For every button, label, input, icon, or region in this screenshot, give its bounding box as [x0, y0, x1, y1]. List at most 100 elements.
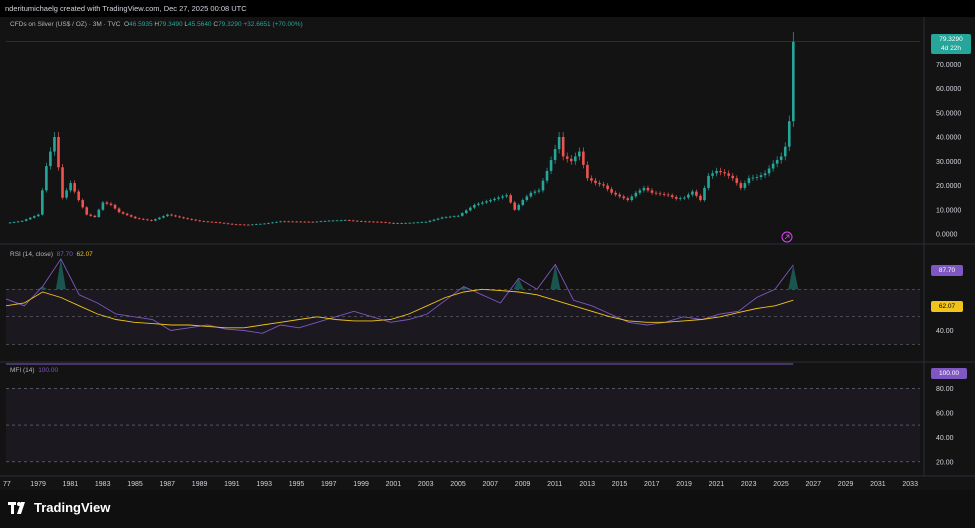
candle-body	[125, 213, 129, 216]
candle-body	[360, 221, 363, 222]
candle-body	[214, 222, 218, 223]
candle-body	[250, 224, 254, 226]
candle-body	[695, 191, 698, 196]
price-tick-label: 10.0000	[936, 207, 961, 214]
candle-body	[509, 195, 512, 203]
candle-body	[489, 200, 492, 202]
candle-body	[49, 151, 52, 167]
candle-body	[174, 215, 177, 217]
chart-canvas[interactable]: 70.0000 60.0000 50.0000 40.0000 30.0000 20.00…	[0, 0, 975, 490]
candle-body	[763, 173, 767, 176]
candle-body	[230, 223, 234, 225]
time-tick-label: 2019	[676, 481, 692, 488]
event-arrow-icon	[784, 234, 790, 240]
tradingview-logo[interactable]: TradingView	[8, 500, 110, 515]
candle-body	[650, 190, 654, 193]
time-tick-label: 1991	[224, 481, 240, 488]
candle-body	[291, 221, 294, 223]
candle-body	[105, 202, 109, 204]
candle-body	[32, 216, 36, 218]
candle-body	[505, 195, 508, 197]
brand-name: TradingView	[34, 500, 111, 515]
symbol-name: CFDs on Silver (US$ / OZ) · 3M · TVC	[10, 21, 121, 28]
candle-body	[533, 191, 537, 193]
candle-body	[759, 175, 763, 178]
candle-body	[327, 220, 331, 222]
candle-body	[464, 210, 468, 214]
time-tick-label: 2009	[515, 481, 531, 488]
candle-body	[210, 221, 214, 223]
time-tick-label: 1999	[353, 481, 369, 488]
candle-body	[20, 220, 24, 222]
candle-body	[380, 221, 383, 223]
mfi-legend: MFI (14) 100.00	[10, 367, 58, 374]
time-tick-label: 2029	[838, 481, 854, 488]
candle-body	[767, 168, 771, 174]
rsi-ma-value: 62.07	[76, 251, 93, 258]
time-tick-label: 2013	[579, 481, 595, 488]
candle-body	[456, 215, 460, 217]
candle-body	[396, 223, 399, 225]
candle-body	[517, 204, 521, 210]
candle-body	[606, 185, 609, 190]
candle-body	[202, 221, 206, 222]
footer	[0, 490, 975, 528]
candle-body	[638, 190, 642, 193]
candle-body	[307, 221, 311, 223]
candle-body	[101, 202, 105, 210]
candle-body	[117, 208, 121, 213]
time-tick-label: 77	[3, 481, 11, 488]
candle-body	[755, 177, 759, 178]
candle-body	[77, 191, 80, 201]
mfi-value-tag: 100.00	[931, 368, 967, 379]
time-tick-label: 2031	[870, 481, 886, 488]
candle-body	[537, 190, 541, 192]
candle-body	[97, 209, 101, 218]
candle-body	[420, 222, 424, 223]
candle-body	[45, 166, 48, 191]
candle-body	[444, 217, 448, 218]
candle-body	[311, 221, 315, 223]
candle-body	[81, 200, 85, 208]
mfi-tick-label: 60.00	[936, 410, 954, 417]
candle-body	[299, 221, 303, 223]
candle-body	[8, 222, 12, 224]
candle-body	[586, 164, 589, 179]
candle-body	[735, 178, 739, 184]
candle-body	[646, 187, 650, 191]
candle-body	[436, 218, 440, 220]
open-value: 46.5935	[129, 21, 153, 28]
candle-body	[279, 221, 282, 223]
candle-body	[339, 220, 343, 222]
candle-body	[372, 221, 375, 223]
candle-body	[259, 223, 262, 225]
rsi-value-tag: 87.70	[931, 265, 963, 276]
candle-body	[743, 183, 747, 188]
candle-body	[569, 158, 573, 162]
candle-body	[521, 200, 525, 205]
candle-body	[347, 220, 351, 221]
candle-body	[481, 202, 484, 204]
candle-body	[65, 190, 68, 198]
candle-body	[158, 217, 161, 220]
close-value: 79.3290	[218, 21, 242, 28]
candle-body	[186, 218, 189, 220]
candle-body	[477, 203, 480, 205]
mfi-tick-label: 80.00	[936, 386, 954, 393]
rsi-legend: RSI (14, close) 87.70 62.07	[10, 251, 93, 258]
candle-body	[404, 222, 408, 224]
candle-body	[295, 221, 298, 223]
time-tick-label: 1983	[95, 481, 111, 488]
candle-body	[662, 193, 666, 195]
time-tick-label: 2023	[741, 481, 757, 488]
price-tick-label: 0.0000	[936, 232, 958, 239]
candle-body	[751, 177, 755, 179]
candle-body	[109, 203, 113, 205]
candle-body	[658, 193, 662, 195]
candle-body	[779, 156, 783, 161]
candle-body	[557, 137, 561, 150]
candle-body	[351, 220, 355, 222]
candle-body	[428, 220, 432, 222]
candle-body	[775, 160, 779, 164]
candle-body	[69, 183, 72, 191]
